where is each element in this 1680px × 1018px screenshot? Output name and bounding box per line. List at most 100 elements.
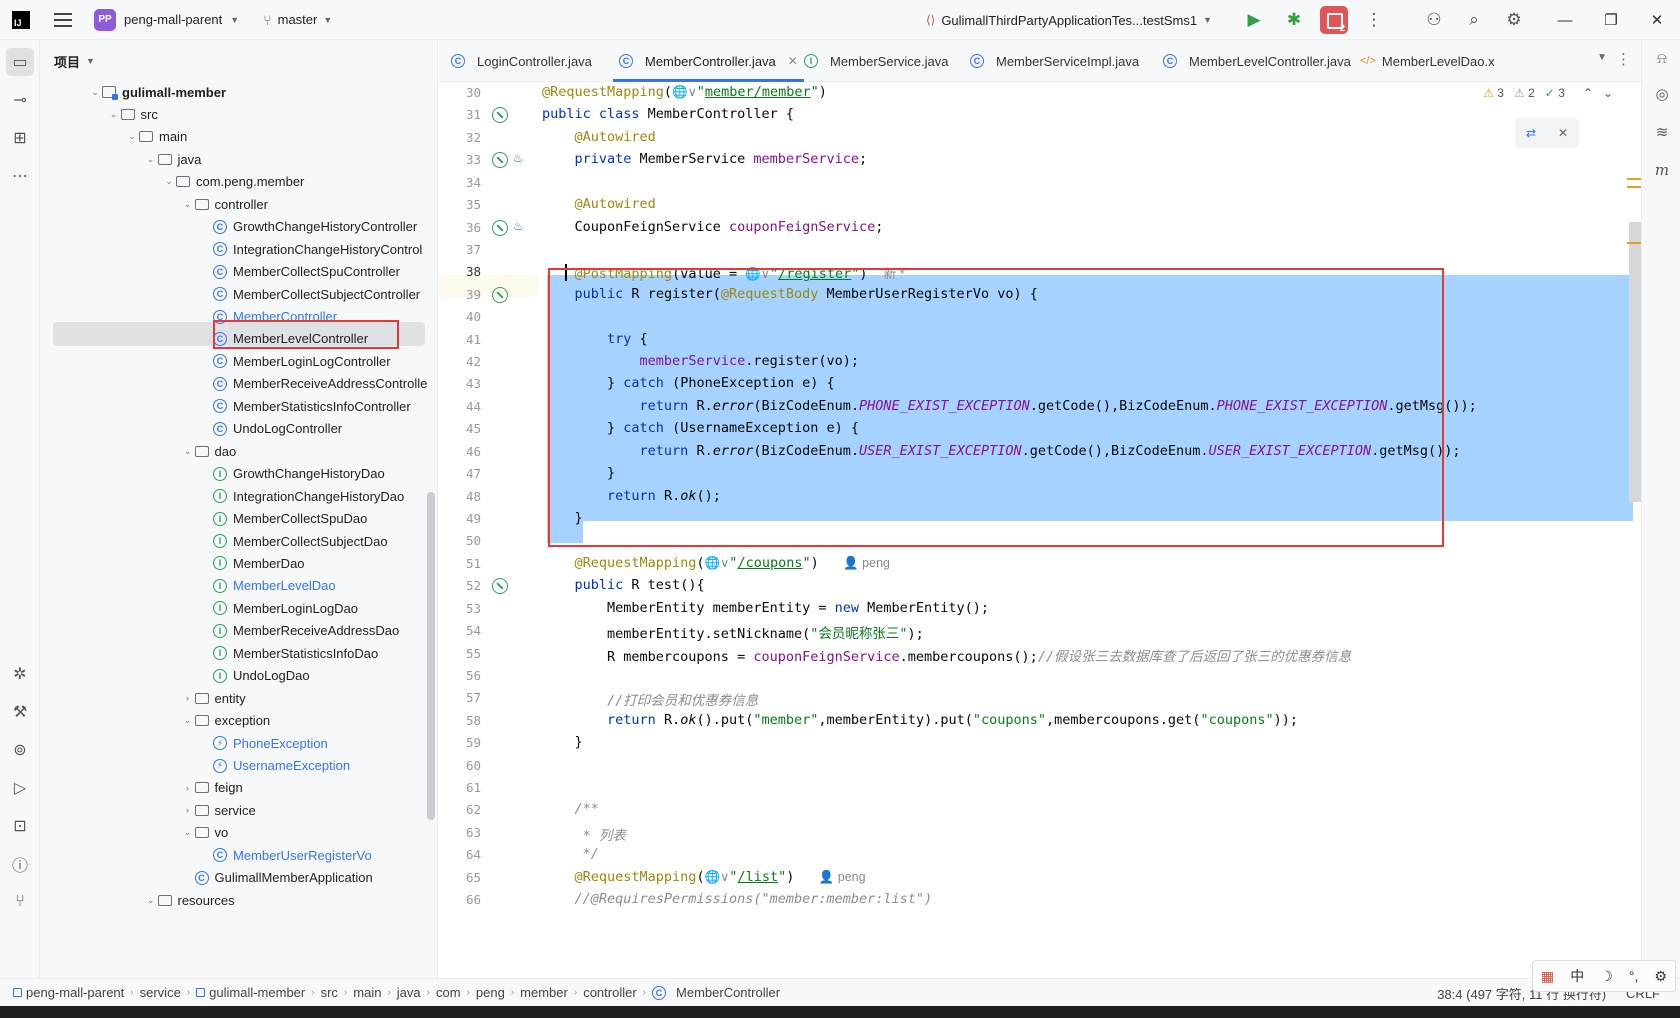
- breadcrumb-item[interactable]: C MemberController: [649, 985, 783, 1000]
- tree-item[interactable]: ⌄ src: [107, 102, 158, 126]
- project-pane-header[interactable]: 项目 ▼: [40, 40, 437, 82]
- stop-button[interactable]: 2: [1320, 6, 1348, 34]
- git-tool-icon[interactable]: ⑂: [6, 888, 34, 916]
- expand-arrow-icon[interactable]: ⌄: [162, 176, 176, 187]
- tree-item[interactable]: ⌄ dao: [181, 439, 236, 463]
- breadcrumb-item[interactable]: peng-mall-parent: [10, 985, 127, 1000]
- tree-item[interactable]: › entity: [181, 686, 246, 710]
- more-tools-icon[interactable]: ⋯: [6, 162, 34, 190]
- breadcrumb-item[interactable]: gulimall-member: [193, 985, 308, 1000]
- tree-item[interactable]: C MemberCollectSpuController: [199, 260, 400, 284]
- tree-item[interactable]: I MemberLoginLogDao: [199, 596, 358, 620]
- close-tab-icon[interactable]: ✕: [788, 54, 798, 68]
- bean-navigation-icon[interactable]: [492, 286, 508, 303]
- breadcrumb-item[interactable]: java: [394, 985, 424, 1000]
- tree-item[interactable]: ⌄ main: [125, 125, 187, 149]
- spring-bean-icon[interactable]: ♨: [513, 151, 527, 167]
- add-user-icon[interactable]: ⚇: [1414, 10, 1454, 30]
- ime-toolbar[interactable]: ▦ 中 ☽ °, ⚙: [1532, 960, 1676, 992]
- problems-tool-icon[interactable]: ⓘ: [6, 850, 34, 878]
- tree-item[interactable]: C UndoLogController: [199, 417, 342, 441]
- expand-arrow-icon[interactable]: ⌄: [181, 199, 195, 210]
- project-scrollbar[interactable]: [427, 492, 435, 820]
- debug-icon[interactable]: ✱: [1274, 10, 1314, 30]
- tree-item[interactable]: › service: [181, 798, 256, 822]
- tree-item[interactable]: I IntegrationChangeHistoryDao: [199, 484, 404, 508]
- ime-punct-icon[interactable]: °,: [1629, 968, 1639, 984]
- expand-arrow-icon[interactable]: ⌄: [181, 827, 195, 838]
- breadcrumb-item[interactable]: main: [350, 985, 384, 1000]
- bean-navigation-icon[interactable]: [492, 219, 508, 236]
- editor-tab[interactable]: I MemberService.java: [804, 40, 949, 82]
- tree-item[interactable]: › feign: [181, 776, 243, 800]
- bean-navigation-icon[interactable]: [492, 578, 508, 595]
- notifications-icon[interactable]: ⍾: [1650, 46, 1674, 70]
- run-configuration-selector[interactable]: ⟨⟩ GulimallThirdPartyApplicationTes...te…: [926, 13, 1212, 28]
- breadcrumb-item[interactable]: com: [433, 985, 464, 1000]
- inspection-widget[interactable]: ⚠ 3 ⚠ 2 ✓ 3 ⌃ ⌄: [1483, 86, 1613, 100]
- tree-item[interactable]: I MemberCollectSubjectDao: [199, 529, 388, 553]
- breadcrumb-item[interactable]: service: [137, 985, 184, 1000]
- tree-item[interactable]: ⌄ exception: [181, 709, 270, 733]
- bean-navigation-icon[interactable]: [492, 107, 508, 124]
- search-icon[interactable]: ⌕: [1454, 10, 1494, 30]
- debug-tool-icon[interactable]: ✲: [6, 660, 34, 688]
- code-editor[interactable]: 30 @RequestMapping(🌐∨"member/member") 31 pu…: [439, 82, 1641, 978]
- project-switcher[interactable]: PP peng-mall-parent ▼: [94, 8, 239, 31]
- chevron-up-icon[interactable]: ⌃: [1583, 86, 1593, 100]
- tree-item[interactable]: ⌄ vo: [181, 821, 229, 845]
- editor-tab[interactable]: </> MemberLevelDao.x: [1360, 40, 1495, 82]
- tree-item[interactable]: C GrowthChangeHistoryController: [199, 215, 417, 239]
- collapse-arrow-icon[interactable]: ›: [181, 783, 195, 793]
- more-actions-icon[interactable]: ⋮: [1354, 10, 1394, 30]
- services-tool-icon[interactable]: ⊚: [6, 736, 34, 764]
- commit-tool-icon[interactable]: ⊸: [6, 86, 34, 114]
- tree-item[interactable]: I UndoLogDao: [199, 664, 310, 688]
- ime-language[interactable]: 中: [1570, 966, 1584, 986]
- bean-navigation-icon[interactable]: [492, 152, 508, 169]
- expand-arrow-icon[interactable]: ⌄: [88, 87, 102, 98]
- tree-item[interactable]: ⚡ UsernameException: [199, 754, 350, 778]
- editor-scrollbar[interactable]: [1629, 222, 1641, 502]
- tree-item[interactable]: I MemberLevelDao: [199, 574, 336, 598]
- breadcrumb-item[interactable]: peng: [473, 985, 508, 1000]
- tree-item[interactable]: C GulimallMemberApplication: [181, 866, 373, 890]
- project-tool-folder-icon[interactable]: ▭: [6, 48, 34, 76]
- tree-item[interactable]: C MemberCollectSubjectController: [199, 282, 420, 306]
- restore-window-icon[interactable]: ❐: [1588, 11, 1634, 29]
- expand-arrow-icon[interactable]: ⌄: [181, 715, 195, 726]
- tree-item[interactable]: I MemberStatisticsInfoDao: [199, 641, 378, 665]
- collapse-arrow-icon[interactable]: ›: [181, 693, 195, 703]
- tree-item[interactable]: C MemberUserRegisterVo: [199, 843, 372, 867]
- tree-item[interactable]: C IntegrationChangeHistoryControl: [199, 237, 422, 261]
- floating-popup[interactable]: ⇄ ✕: [1515, 118, 1579, 148]
- chevron-down-icon[interactable]: ⌄: [1603, 86, 1613, 100]
- spring-bean-icon[interactable]: ♨: [513, 219, 527, 235]
- tree-item[interactable]: C MemberLoginLogController: [199, 349, 391, 373]
- ime-settings-icon[interactable]: ⚙: [1654, 968, 1667, 985]
- tabs-more-icon[interactable]: ⋮: [1616, 50, 1631, 68]
- settings-gear-icon[interactable]: ⚙: [1494, 10, 1534, 30]
- breadcrumb-item[interactable]: member: [517, 985, 571, 1000]
- editor-tab[interactable]: C MemberServiceImpl.java: [970, 40, 1139, 82]
- editor-tab[interactable]: C MemberLevelController.java: [1163, 40, 1351, 82]
- run-icon[interactable]: ▶: [1234, 10, 1274, 30]
- database-icon[interactable]: ≋: [1650, 120, 1674, 144]
- expand-arrow-icon[interactable]: ⌄: [144, 154, 158, 165]
- tree-item[interactable]: ⌄ controller: [181, 192, 268, 216]
- tree-item[interactable]: ⌄ com.peng.member: [162, 170, 304, 194]
- close-window-icon[interactable]: ✕: [1634, 11, 1680, 29]
- tree-item[interactable]: I MemberDao: [199, 551, 305, 575]
- breadcrumb-item[interactable]: controller: [580, 985, 639, 1000]
- run-tool-icon[interactable]: ▷: [6, 774, 34, 802]
- tree-item[interactable]: ⌄ gulimall-member: [88, 80, 226, 104]
- maven-icon[interactable]: m: [1650, 158, 1674, 182]
- branch-switcher[interactable]: ⑂ master ▼: [263, 12, 332, 28]
- tree-item[interactable]: I MemberCollectSpuDao: [199, 507, 367, 531]
- tree-item[interactable]: ⌄ java: [144, 147, 202, 171]
- structure-tool-icon[interactable]: ⊞: [6, 124, 34, 152]
- tree-item[interactable]: I GrowthChangeHistoryDao: [199, 462, 385, 486]
- breadcrumb-item[interactable]: src: [318, 985, 341, 1000]
- build-tool-icon[interactable]: ⚒: [6, 698, 34, 726]
- editor-tab[interactable]: C LoginController.java: [451, 40, 592, 82]
